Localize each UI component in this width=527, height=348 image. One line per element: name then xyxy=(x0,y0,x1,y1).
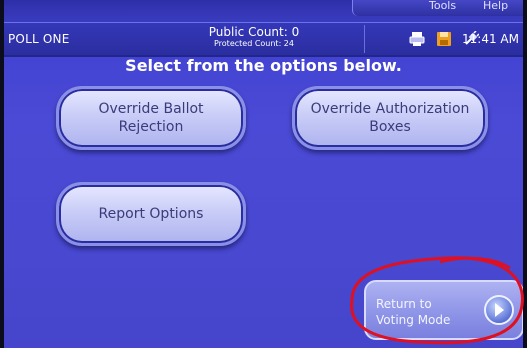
report-options-label: Report Options xyxy=(98,206,204,222)
clock: 11:41 AM xyxy=(462,32,519,46)
override-ballot-label: Override Ballot Rejection xyxy=(98,101,204,135)
report-options-button[interactable]: Report Options xyxy=(56,182,246,246)
count-display: Public Count: 0 Protected Count: 24 xyxy=(154,26,354,49)
return-to-voting-mode-button[interactable]: Return to Voting Mode xyxy=(364,280,523,340)
override-ballot-rejection-button[interactable]: Override Ballot Rejection xyxy=(56,86,246,150)
return-label: Return to Voting Mode xyxy=(376,297,451,327)
arrow-right-icon xyxy=(484,295,514,325)
public-count: Public Count: 0 xyxy=(208,25,300,39)
voting-screen: Tools Help POLL ONE Public Count: 0 Prot… xyxy=(4,0,523,348)
status-bar: POLL ONE Public Count: 0 Protected Count… xyxy=(4,22,523,57)
protected-count: Protected Count: 24 xyxy=(213,39,294,48)
disk-icon xyxy=(436,31,452,51)
page-title: Select from the options below. xyxy=(125,56,402,75)
printer-icon xyxy=(409,31,425,51)
status-divider xyxy=(364,25,365,53)
poll-name: POLL ONE xyxy=(8,32,70,46)
override-authorization-boxes-button[interactable]: Override Authorization Boxes xyxy=(292,86,488,150)
top-menu: Tools Help xyxy=(352,0,523,16)
menu-help[interactable]: Help xyxy=(483,0,508,12)
menu-tools[interactable]: Tools xyxy=(429,0,456,12)
override-auth-label: Override Authorization Boxes xyxy=(310,101,470,135)
